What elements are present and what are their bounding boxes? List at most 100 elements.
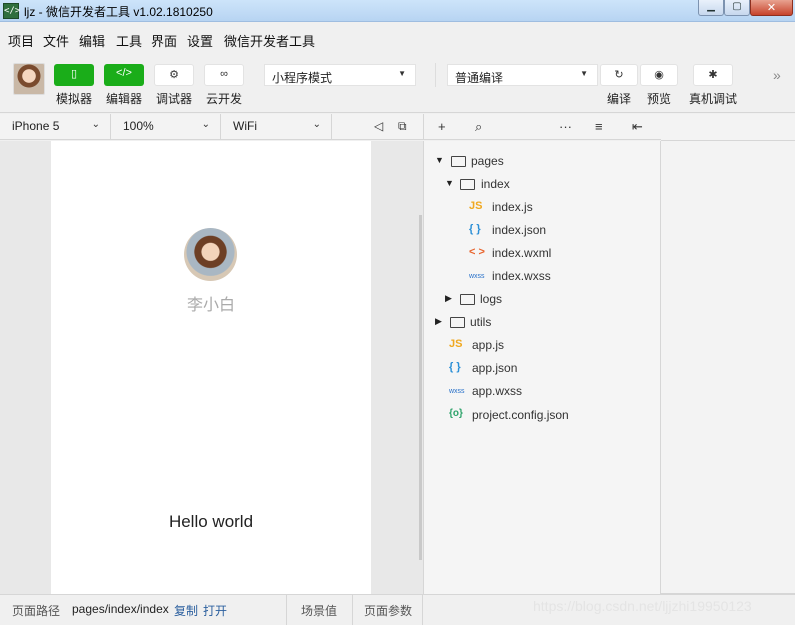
zoom-select-value: 100% (123, 119, 154, 133)
tree-folder-logs[interactable]: ▶ logs (445, 291, 645, 311)
user-nickname: 李小白 (186, 297, 235, 314)
tree-folder-pages[interactable]: ▼ pages (435, 153, 635, 173)
tree-file-app-json[interactable]: { } app.json (449, 360, 649, 380)
tree-folder-index[interactable]: ▼ index (445, 176, 645, 196)
folder-icon (450, 317, 465, 328)
menu-bar: 项目 文件 编辑 工具 界面 设置 微信开发者工具 (0, 27, 795, 49)
tree-file-index-wxss[interactable]: wxss index.wxss (469, 268, 649, 288)
app-logo-icon: </> (3, 3, 20, 19)
chevron-down-icon: ⌄ (201, 119, 210, 130)
debugger-label: 调试器 (156, 92, 193, 106)
collapse-icon[interactable]: ≡ (595, 119, 603, 134)
search-icon[interactable]: ⌕ (475, 119, 482, 135)
volume-icon[interactable]: ◁ (374, 119, 383, 133)
status-divider (286, 595, 287, 625)
open-path-link[interactable]: 打开 (203, 602, 227, 619)
menu-item-settings[interactable]: 设置 (187, 31, 213, 50)
debugger-toggle-button[interactable]: ⚙ (154, 64, 194, 86)
close-button[interactable]: ✕ (750, 0, 793, 16)
close-icon: ✕ (766, 2, 777, 14)
js-file-icon: JS (469, 200, 483, 212)
editor-panel[interactable] (661, 114, 795, 594)
json-file-icon: { } (449, 361, 461, 373)
menu-item-devtools[interactable]: 微信开发者工具 (224, 31, 315, 50)
user-avatar[interactable] (184, 228, 237, 281)
scene-value-button[interactable]: 场景值 (301, 602, 337, 619)
device-select[interactable]: iPhone 5 ⌄ (0, 114, 111, 140)
tree-folder-utils[interactable]: ▶ utils (435, 314, 635, 334)
mode-select-value: 小程序模式 (272, 71, 333, 85)
chevron-down-icon: ▼ (398, 69, 406, 78)
minimize-icon: ▁ (707, 1, 715, 12)
editor-toggle-button[interactable]: </> (104, 64, 144, 86)
menu-item-view[interactable]: 界面 (151, 31, 177, 50)
page-params-button[interactable]: 页面参数 (364, 602, 412, 619)
minimize-button[interactable]: ▁ (698, 0, 724, 16)
preview-label: 预览 (647, 92, 672, 106)
more-options-icon[interactable]: ··· (559, 119, 572, 134)
cloud-dev-label: 云开发 (206, 92, 243, 106)
toolbar-divider (435, 63, 436, 87)
mode-select[interactable]: 小程序模式 ▼ (264, 64, 416, 86)
tree-file-project-config[interactable]: {o} project.config.json (449, 407, 649, 427)
more-icon[interactable]: » (773, 67, 781, 83)
json-file-icon: { } (469, 223, 481, 235)
expanded-arrow-icon: ▼ (445, 178, 454, 188)
tree-file-app-wxss[interactable]: wxss app.wxss (449, 383, 649, 403)
title-bar: </> ljz - 微信开发者工具 v1.02.1810250 ▁ ▢ ✕ (0, 0, 795, 22)
tree-file-index-wxml[interactable]: < > index.wxml (469, 245, 649, 265)
phone-icon: ▯ (70, 68, 78, 80)
compile-label: 编译 (607, 92, 632, 106)
detach-window-icon[interactable]: ⧉ (398, 119, 407, 134)
motto-text: Hello world (168, 512, 254, 531)
tree-item-label: utils (470, 315, 492, 329)
hide-tree-icon[interactable]: ⇤ (632, 119, 643, 135)
chevron-down-icon: ⌄ (312, 119, 321, 130)
preview-button[interactable]: ◉ (640, 64, 678, 86)
compile-button[interactable]: ↻ (600, 64, 638, 86)
user-avatar-toolbar[interactable] (13, 63, 45, 95)
tree-item-label: index.json (492, 223, 547, 237)
menu-item-file[interactable]: 文件 (43, 31, 69, 50)
tree-file-app-js[interactable]: JS app.js (449, 337, 649, 357)
zoom-select[interactable]: 100% ⌄ (111, 114, 221, 140)
menu-item-project[interactable]: 项目 (8, 31, 34, 50)
eye-icon: ◉ (654, 69, 664, 81)
add-icon[interactable]: + (438, 119, 446, 134)
network-select-value: WiFi (233, 119, 257, 133)
code-icon: </> (116, 67, 132, 79)
window-title: ljz - 微信开发者工具 v1.02.1810250 (24, 5, 213, 19)
remote-debug-button[interactable]: ✱ (693, 64, 733, 86)
chevron-down-icon: ⌄ (91, 119, 100, 130)
status-divider (422, 595, 423, 625)
compile-select[interactable]: 普通编译 ▼ (447, 64, 598, 86)
simulator-scrollbar[interactable] (419, 215, 422, 560)
watermark-text: https://blog.csdn.net/ljjzhi19950123 (533, 598, 752, 614)
status-divider (352, 595, 353, 625)
page-path-label: 页面路径 (12, 604, 61, 618)
simulator-toggle-button[interactable]: ▯ (54, 64, 94, 86)
tree-item-label: index.wxss (492, 269, 551, 283)
cloud-dev-button[interactable]: ∞ (204, 64, 244, 86)
collapsed-arrow-icon: ▶ (435, 316, 442, 326)
tree-file-index-js[interactable]: JS index.js (469, 199, 649, 219)
file-tree-toolbar: + ⌕ ··· ≡ ⇤ (423, 114, 661, 140)
file-tree: ▼ pages ▼ index JS index.js { } index.js… (423, 141, 661, 594)
device-bar: iPhone 5 ⌄ 100% ⌄ WiFi ⌄ (0, 114, 423, 140)
collapsed-arrow-icon: ▶ (445, 293, 452, 303)
devtools-window: </> ljz - 微信开发者工具 v1.02.1810250 ▁ ▢ ✕ 项目… (0, 0, 795, 625)
folder-open-icon (460, 179, 475, 190)
device-select-value: iPhone 5 (12, 119, 60, 133)
network-select[interactable]: WiFi ⌄ (221, 114, 332, 140)
compile-select-value: 普通编译 (455, 71, 504, 85)
menu-item-edit[interactable]: 编辑 (79, 31, 105, 50)
menu-item-tools[interactable]: 工具 (116, 31, 142, 50)
tree-file-index-json[interactable]: { } index.json (469, 222, 649, 242)
tree-item-label: index (481, 177, 510, 191)
maximize-button[interactable]: ▢ (724, 0, 750, 16)
copy-path-link[interactable]: 复制 (174, 602, 198, 619)
chevron-down-icon: ▼ (580, 69, 588, 78)
refresh-icon: ↻ (614, 69, 624, 81)
wxss-file-icon: wxss (449, 388, 465, 395)
js-file-icon: JS (449, 338, 463, 350)
